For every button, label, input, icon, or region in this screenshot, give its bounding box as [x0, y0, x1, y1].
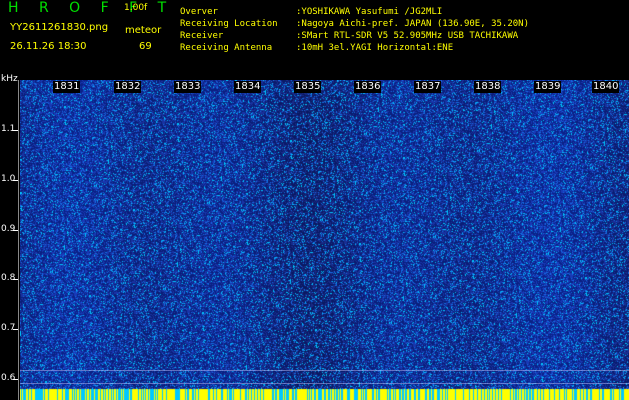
info-row-antenna: Receiving Antenna :10mH 3el.YAGI Horizon…	[180, 42, 529, 54]
info-label: Overver	[180, 7, 218, 17]
info-label: Receiving Location	[180, 19, 278, 29]
minute-label: 1835	[294, 81, 322, 93]
datetime-label: 26.11.26 18:30	[10, 41, 87, 52]
info-row-observer: Overver :YOSHIKAWA Yasufumi /JG2MLI	[180, 6, 529, 18]
minute-label: 1833	[174, 81, 202, 93]
info-label: Receiving Antenna	[180, 43, 273, 53]
y-tick-label: 0.7	[1, 323, 16, 333]
y-tick-label: 1.0	[1, 174, 16, 184]
info-label: Receiver	[180, 31, 224, 41]
info-row-receiver: Receiver :SMart RTL-SDR V5 52.905MHz USB…	[180, 30, 529, 42]
station-info: Overver :YOSHIKAWA Yasufumi /JG2MLI Rece…	[180, 6, 529, 54]
frequency-unit-label: kHz	[1, 74, 18, 84]
meteor-count: 69	[139, 41, 152, 52]
y-tick-mark	[13, 329, 18, 330]
info-value: :Nagoya Aichi-pref. JAPAN (136.90E, 35.2…	[296, 19, 529, 29]
y-tick-mark	[13, 279, 18, 280]
y-tick-label: 0.9	[1, 224, 16, 234]
minute-label: 1836	[354, 81, 382, 93]
meteor-label: meteor	[125, 25, 162, 36]
minute-label: 1837	[414, 81, 442, 93]
grid-line	[20, 370, 629, 371]
spectrogram	[20, 80, 629, 400]
y-tick-label: 0.6	[1, 373, 16, 383]
y-tick-mark	[13, 230, 18, 231]
minute-label: 1831	[53, 81, 81, 93]
minute-label: 1838	[474, 81, 502, 93]
version-label: 1.00f	[124, 3, 148, 13]
minute-label: 1834	[234, 81, 262, 93]
y-tick-mark	[13, 180, 18, 181]
info-value: :SMart RTL-SDR V5 52.905MHz USB TACHIKAW…	[296, 31, 519, 41]
minute-label: 1840	[592, 81, 620, 93]
y-tick-mark	[13, 379, 18, 380]
y-tick-mark	[13, 130, 18, 131]
y-tick-label: 1.1	[1, 124, 16, 134]
filename-label: YY2611261830.png	[10, 22, 109, 33]
grid-line	[20, 383, 629, 384]
axis-line	[18, 80, 19, 400]
info-value: :YOSHIKAWA Yasufumi /JG2MLI	[296, 7, 443, 17]
info-value: :10mH 3el.YAGI Horizontal:ENE	[296, 43, 454, 53]
info-row-location: Receiving Location :Nagoya Aichi-pref. J…	[180, 18, 529, 30]
minute-label: 1832	[114, 81, 142, 93]
minute-label: 1839	[534, 81, 562, 93]
y-tick-label: 0.8	[1, 273, 16, 283]
app-title: H R O F F T	[8, 0, 175, 16]
